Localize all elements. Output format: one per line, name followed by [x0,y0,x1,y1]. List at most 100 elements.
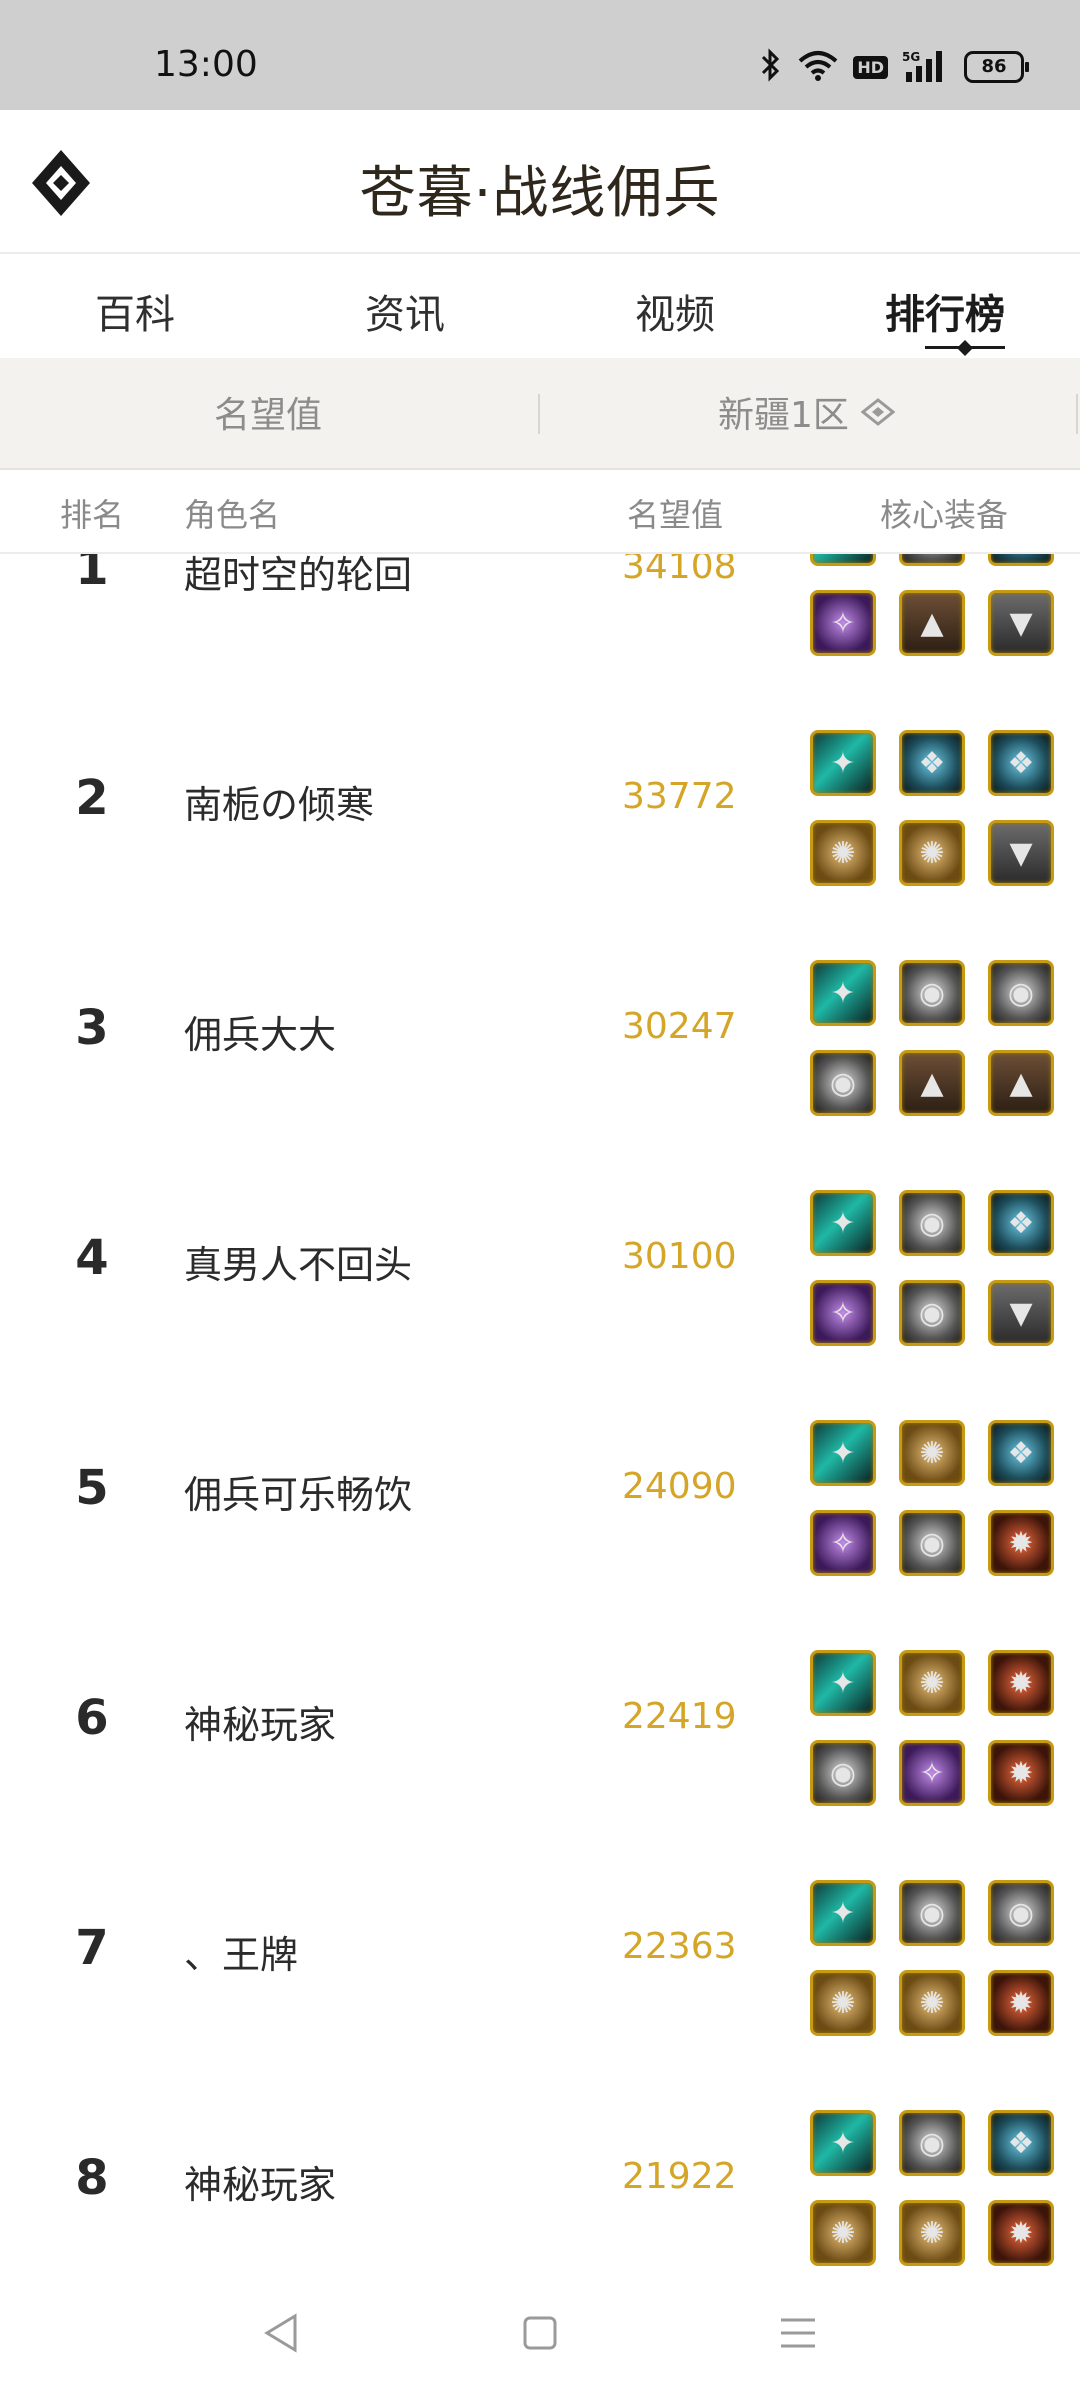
server-dropdown-icon [860,398,895,426]
equipment-slot-icon[interactable]: ✦ [810,1420,876,1486]
equipment-slot-icon[interactable]: ✺ [899,1970,965,2036]
table-row[interactable]: 6 神秘玩家 22419 ✦ ✺ ✹ ◉ ✧ ✹ [0,1626,1080,1859]
home-icon[interactable] [515,2308,565,2358]
equipment-slot-icon[interactable]: ❖ [988,2110,1054,2176]
player-name[interactable]: 佣兵大大 [184,1004,336,1059]
equipment-slot-icon[interactable]: ✺ [899,2200,965,2266]
equipment-slot-icon[interactable]: ✺ [899,1420,965,1486]
equipment-slot-icon[interactable]: ✹ [988,1970,1054,2036]
player-name[interactable]: 超时空的轮回 [184,554,412,599]
svg-text:5G: 5G [902,50,920,64]
rank-number: 6 [75,1690,109,1746]
col-gear: 核心装备 [880,496,1009,534]
equipment-slot-icon[interactable]: ✺ [899,820,965,886]
equipment-slot-icon[interactable]: ✦ [810,960,876,1026]
rank-number: 5 [75,1460,109,1516]
equipment-slot-icon[interactable]: ▼ [988,1280,1054,1346]
tab-leaderboard[interactable]: 排行榜 [845,282,1045,356]
equipment-slot-icon[interactable]: ✹ [988,1650,1054,1716]
rank-number: 8 [75,2150,109,2206]
filter-divider [1076,394,1078,434]
back-icon[interactable] [257,2308,307,2358]
equipment-slot-icon[interactable]: ◉ [988,1880,1054,1946]
tab-video[interactable]: 视频 [575,282,775,340]
equipment-slot-icon[interactable]: ✺ [810,1970,876,2036]
equipment-slot-icon[interactable]: ✧ [899,1740,965,1806]
equipment-slot-icon[interactable]: ✧ [810,590,876,656]
equipment-slot-icon[interactable]: ❖ [988,1420,1054,1486]
page-title: 苍暮·战线佣兵 [359,161,721,226]
equipment-slot-icon[interactable]: ▼ [988,820,1054,886]
leaderboard-list[interactable]: 1 超时空的轮回 34108 ✦ ◉ ❖ ✧ ▲ ▼ 2 南栀の倾寒 33772 ✦ ❖ ❖ ✺ ✺ ▼ 3 佣兵大大… [0,554,1080,2266]
equipment-slot-icon[interactable]: ✹ [988,1510,1054,1576]
equipment-slot-icon[interactable]: ◉ [899,960,965,1026]
equipment-slot-icon[interactable]: ✧ [810,1510,876,1576]
equipment-slot-icon[interactable]: ✺ [899,1650,965,1716]
bluetooth-icon [759,48,783,86]
equipment-slot-icon[interactable]: ▲ [988,1050,1054,1116]
player-name[interactable]: 佣兵可乐畅饮 [184,1464,412,1519]
equipment-slot-icon[interactable]: ◉ [810,1050,876,1116]
wifi-icon [797,49,839,85]
equipment-slot-icon[interactable]: ❖ [988,1190,1054,1256]
table-row[interactable]: 2 南栀の倾寒 33772 ✦ ❖ ❖ ✺ ✺ ▼ [0,706,1080,939]
tab-encyclopedia[interactable]: 百科 [35,282,235,340]
table-row[interactable]: 3 佣兵大大 30247 ✦ ◉ ◉ ◉ ▲ ▲ [0,936,1080,1169]
status-icons: HD 5G 86 [759,48,1029,86]
equipment-slot-icon[interactable]: ▲ [899,1050,965,1116]
reputation-score: 33772 [622,776,737,817]
equipment-slot-icon[interactable]: ✧ [810,1280,876,1346]
table-row[interactable]: 5 佣兵可乐畅饮 24090 ✦ ✺ ❖ ✧ ◉ ✹ [0,1396,1080,1629]
metric-filter[interactable]: 名望值 [214,386,322,438]
player-name[interactable]: 南栀の倾寒 [184,774,374,829]
equipment-slot-icon[interactable]: ✦ [810,1880,876,1946]
server-filter[interactable]: 新疆1区 [718,386,895,438]
equipment-slot-icon[interactable]: ◉ [899,1880,965,1946]
equipment-slot-icon[interactable]: ✦ [810,2110,876,2176]
table-row[interactable]: 7 、王牌 22363 ✦ ◉ ◉ ✺ ✺ ✹ [0,1856,1080,2089]
equipment-slot-icon[interactable]: ◉ [899,2110,965,2176]
status-time: 13:00 [154,44,258,85]
reputation-score: 22419 [622,1696,737,1737]
equipment-slot-icon[interactable]: ❖ [988,730,1054,796]
player-name[interactable]: 、王牌 [184,1924,298,1979]
tab-leaderboard-label: 排行榜 [885,292,1005,338]
equipment-slot-icon[interactable]: ◉ [899,554,965,566]
battery-icon: 86 [964,51,1029,83]
reputation-score: 21922 [622,2156,737,2197]
equipment-slot-icon[interactable]: ✺ [810,820,876,886]
equipment-slot-icon[interactable]: ▲ [899,590,965,656]
equipment-slot-icon[interactable]: ◉ [899,1190,965,1256]
equipment-slot-icon[interactable]: ✦ [810,730,876,796]
equipment-slot-icon[interactable]: ✦ [810,1190,876,1256]
equipment-slot-icon[interactable]: ◉ [899,1510,965,1576]
player-name[interactable]: 神秘玩家 [184,1694,336,1749]
core-equipment-grid: ✦ ❖ ❖ ✺ ✺ ▼ [810,730,1066,910]
equipment-slot-icon[interactable]: ◉ [988,960,1054,1026]
equipment-slot-icon[interactable]: ◉ [899,1280,965,1346]
table-row[interactable]: 4 真男人不回头 30100 ✦ ◉ ❖ ✧ ◉ ▼ [0,1166,1080,1399]
core-equipment-grid: ✦ ◉ ◉ ◉ ▲ ▲ [810,960,1066,1140]
equipment-slot-icon[interactable]: ✹ [988,1740,1054,1806]
equipment-slot-icon[interactable]: ❖ [988,554,1054,566]
equipment-slot-icon[interactable]: ◉ [810,1740,876,1806]
tab-news[interactable]: 资讯 [305,282,505,340]
server-filter-label: 新疆1区 [718,395,849,436]
menu-icon[interactable] [773,2308,823,2358]
player-name[interactable]: 真男人不回头 [184,1234,412,1289]
table-row[interactable]: 1 超时空的轮回 34108 ✦ ◉ ❖ ✧ ▲ ▼ [0,554,1080,709]
core-equipment-grid: ✦ ◉ ❖ ✧ ◉ ▼ [810,1190,1066,1370]
equipment-slot-icon[interactable]: ❖ [899,730,965,796]
core-equipment-grid: ✦ ◉ ◉ ✺ ✺ ✹ [810,1880,1066,2060]
core-equipment-grid: ✦ ✺ ✹ ◉ ✧ ✹ [810,1650,1066,1830]
player-name[interactable]: 神秘玩家 [184,2154,336,2209]
equipment-slot-icon[interactable]: ✺ [810,2200,876,2266]
equipment-slot-icon[interactable]: ✦ [810,554,876,566]
equipment-slot-icon[interactable]: ✦ [810,1650,876,1716]
hd-icon: HD [853,55,888,79]
equipment-slot-icon[interactable]: ✹ [988,2200,1054,2266]
tab-bar: 百科 资讯 视频 排行榜 [0,254,1080,358]
table-row[interactable]: 8 神秘玩家 21922 ✦ ◉ ❖ ✺ ✺ ✹ [0,2086,1080,2266]
reputation-score: 22363 [622,1926,737,1967]
equipment-slot-icon[interactable]: ▼ [988,590,1054,656]
